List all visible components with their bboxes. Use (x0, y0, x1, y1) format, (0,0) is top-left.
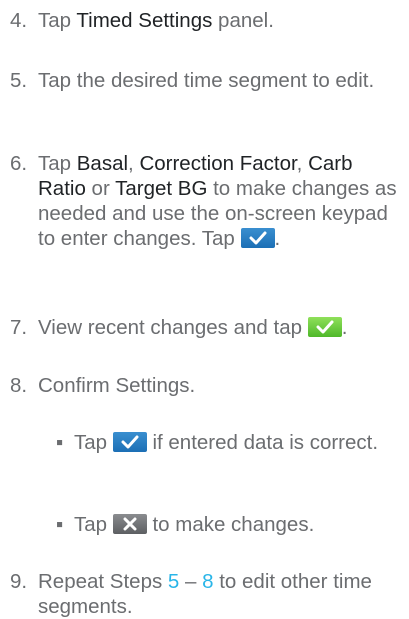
bullet-text-part: Tap (74, 513, 113, 536)
bullet-icon: ▪ (56, 513, 64, 536)
step-number: 8. (10, 374, 28, 397)
step-text: Repeat Steps 5 – 8 to edit other time se… (38, 569, 403, 619)
step-text-part: Tap (38, 9, 77, 32)
step-8-link[interactable]: 8 (202, 570, 213, 593)
step-text: Tap the desired time segment to edit. (38, 69, 375, 92)
step-text: Tap Basal, Correction Factor, Carb Ratio… (38, 151, 403, 251)
step-text-part: or (85, 177, 116, 200)
basal-label: Basal (76, 152, 129, 175)
step-text-part: . (274, 227, 281, 250)
step-number: 7. (10, 316, 28, 339)
step-text-part: Repeat Steps (38, 570, 168, 593)
step-number: 6. (10, 152, 28, 175)
bullet-text-part: if entered data is correct. (146, 431, 379, 454)
step-text-part: View recent changes and tap (38, 316, 308, 339)
x-icon (123, 517, 137, 531)
check-icon (249, 231, 266, 245)
confirm-green-button-icon (307, 317, 342, 337)
bullet-text: Tap to make changes. (74, 512, 401, 537)
step-text-part: Tap (38, 152, 77, 175)
confirm-button-icon (240, 228, 275, 248)
bullet-text-part: Tap (74, 431, 113, 454)
step-text: View recent changes and tap . (38, 315, 403, 340)
step-5-link[interactable]: 5 (168, 570, 179, 593)
check-icon (316, 320, 334, 334)
bullet-icon: ▪ (56, 431, 64, 454)
bullet-text: Tap if entered data is correct. (74, 430, 401, 455)
step-number: 4. (10, 9, 28, 32)
confirm-button-icon (112, 432, 147, 452)
step-text: Confirm Settings. (38, 374, 196, 397)
step-text-part: . (341, 316, 348, 339)
step-text-part: , (128, 152, 140, 175)
timed-settings-label: Timed Settings (76, 9, 213, 32)
bullet-text-part: to make changes. (146, 513, 315, 536)
target-bg-label: Target BG (115, 177, 208, 200)
check-icon (121, 435, 139, 449)
step-number: 5. (10, 69, 28, 92)
step-text-part: panel. (212, 9, 274, 32)
step-text: Tap Timed Settings panel. (38, 8, 403, 33)
cancel-button-icon (112, 514, 147, 534)
step-text-part: , (296, 152, 309, 175)
step-text-part: – (179, 570, 203, 593)
correction-factor-label: Correction Factor (139, 152, 297, 175)
step-number: 9. (10, 570, 28, 593)
